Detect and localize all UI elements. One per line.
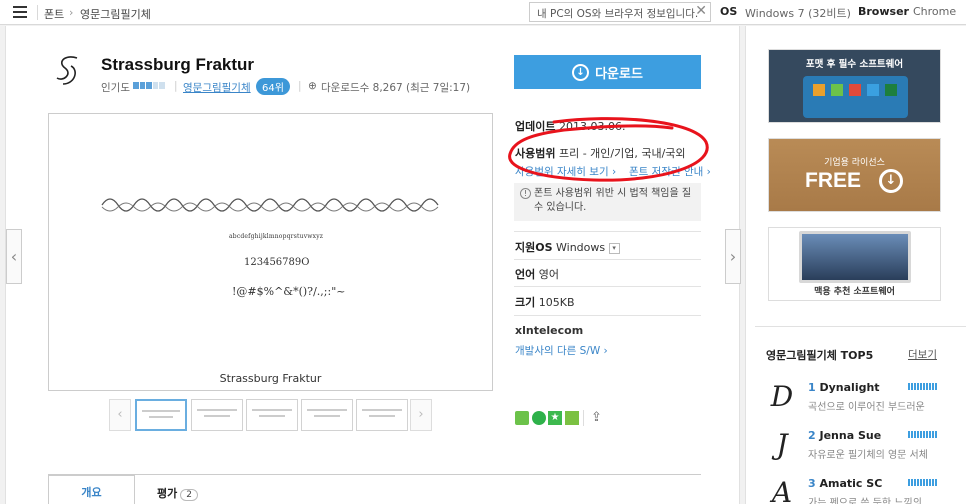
- popularity-label: 인기도: [101, 82, 130, 94]
- top5-more-link[interactable]: 더보기: [908, 347, 937, 362]
- divider: [514, 315, 701, 316]
- top5-item[interactable]: A 3 Amatic SC 가는 펜으로 쓴 듯한 느낌의: [766, 476, 946, 504]
- preview-lowercase: abcdefghijklmnopqrstuvwxyz: [229, 233, 324, 240]
- download-icon: ↓: [572, 63, 590, 81]
- os-label: OS: [720, 5, 738, 18]
- thumbnail[interactable]: [301, 399, 353, 431]
- category-link[interactable]: 영문그림필기체: [183, 80, 251, 95]
- browser-label: Browser: [858, 5, 909, 18]
- prev-arrow-icon[interactable]: ‹: [6, 229, 22, 284]
- popularity-bar: [908, 383, 938, 390]
- ad-banner-mac[interactable]: 맥용 추천 소프트웨어: [768, 227, 941, 301]
- font-logo-icon: [56, 56, 78, 85]
- tab-reviews[interactable]: 평가 2: [157, 485, 198, 501]
- tablet-illustration: [803, 76, 908, 118]
- divider: [514, 286, 701, 287]
- naver-share-icon[interactable]: [565, 411, 579, 425]
- review-count-badge: 2: [180, 489, 198, 501]
- preview-numbers: 123456789O: [244, 257, 310, 268]
- ad-banner-software[interactable]: 포맷 후 필수 소프트웨어: [768, 49, 941, 123]
- font-preview: [48, 113, 493, 391]
- close-icon[interactable]: ✕: [695, 3, 707, 19]
- meta-separator: |: [174, 80, 178, 92]
- popularity-bar: [133, 82, 165, 89]
- top5-item[interactable]: J 2 Jenna Sue 자유로운 필기체의 영문 서체: [766, 428, 946, 473]
- download-button[interactable]: ↓ 다운로드: [514, 55, 701, 89]
- download-count: 다운로드수 8,267 (최근 7일:17): [321, 82, 471, 94]
- size-row: 크기 105KB: [515, 296, 575, 309]
- divider: [755, 326, 966, 327]
- share-icon[interactable]: ⇪: [591, 410, 602, 425]
- divider: [37, 5, 38, 20]
- system-info-box[interactable]: 내 PC의 OS와 브라우저 정보입니다. ✕: [529, 2, 711, 22]
- developer-name: xlntelecom: [515, 324, 584, 337]
- preview-caption: Strassburg Fraktur: [219, 372, 322, 385]
- os-dropdown-icon[interactable]: ▾: [608, 242, 620, 254]
- popularity-bar: [908, 479, 938, 486]
- thumb-prev-icon[interactable]: ‹: [109, 399, 131, 431]
- preview-symbols: !@#$%^&*()?/.,;:"~: [232, 285, 346, 298]
- breadcrumb-category[interactable]: 영문그림필기체: [80, 6, 151, 22]
- download-icon: ↓: [879, 169, 903, 193]
- font-glyph-icon: A: [771, 476, 793, 504]
- divider: [514, 231, 701, 232]
- divider: [514, 259, 701, 260]
- usage-warning-text: 폰트 사용범위 위반 시 법적 책임을 질 수 있습니다.: [534, 188, 692, 213]
- monitor-illustration: [799, 231, 911, 283]
- developer-other-link[interactable]: 개발사의 다른 S/W ›: [515, 343, 608, 358]
- line-share-icon[interactable]: [532, 411, 546, 425]
- favorite-star-icon[interactable]: ★: [548, 411, 562, 425]
- os-value: Windows 7 (32비트): [745, 7, 851, 20]
- font-glyph-icon: D: [770, 380, 794, 413]
- thumb-next-icon[interactable]: ›: [410, 399, 432, 431]
- system-info-text: 내 PC의 OS와 브라우저 정보입니다.: [537, 8, 699, 20]
- tab-bar: 개요 평가 2: [48, 474, 701, 504]
- ad-banner-free-license[interactable]: 기업용 라이선스 FREE ↓: [768, 138, 941, 212]
- thumbnail[interactable]: [246, 399, 298, 431]
- preview-ornamental-line: [101, 198, 439, 212]
- os-support-row: 지원OS Windows ▾: [515, 239, 620, 255]
- download-count-icon: ⊕: [308, 80, 317, 92]
- menu-icon[interactable]: [13, 6, 27, 18]
- thumbnail-strip: ‹ ›: [109, 399, 432, 431]
- band-share-icon[interactable]: [515, 411, 529, 425]
- breadcrumb-fonts[interactable]: 폰트: [44, 6, 64, 22]
- thumbnail[interactable]: [356, 399, 408, 431]
- popularity-bar: [908, 431, 938, 438]
- download-button-label: 다운로드: [595, 66, 643, 82]
- divider: [583, 410, 584, 426]
- font-title: Strassburg Fraktur: [101, 55, 255, 74]
- annotation-ellipse: [508, 117, 709, 182]
- next-arrow-icon[interactable]: ›: [725, 229, 741, 284]
- top5-item[interactable]: D 1 Dynalight 곡선으로 이루어진 부드러운: [766, 380, 946, 425]
- thumbnail[interactable]: [135, 399, 187, 431]
- thumbnail[interactable]: [191, 399, 243, 431]
- font-glyph-icon: J: [776, 428, 788, 461]
- top5-title: 영문그림필기체 TOP5: [766, 349, 874, 362]
- breadcrumb-separator: ›: [69, 6, 74, 19]
- meta-separator: |: [298, 80, 302, 92]
- tab-overview[interactable]: 개요: [48, 475, 135, 504]
- rank-badge: 64위: [256, 78, 290, 95]
- browser-value: Chrome: [913, 5, 957, 18]
- language-row: 언어 영어: [515, 268, 559, 281]
